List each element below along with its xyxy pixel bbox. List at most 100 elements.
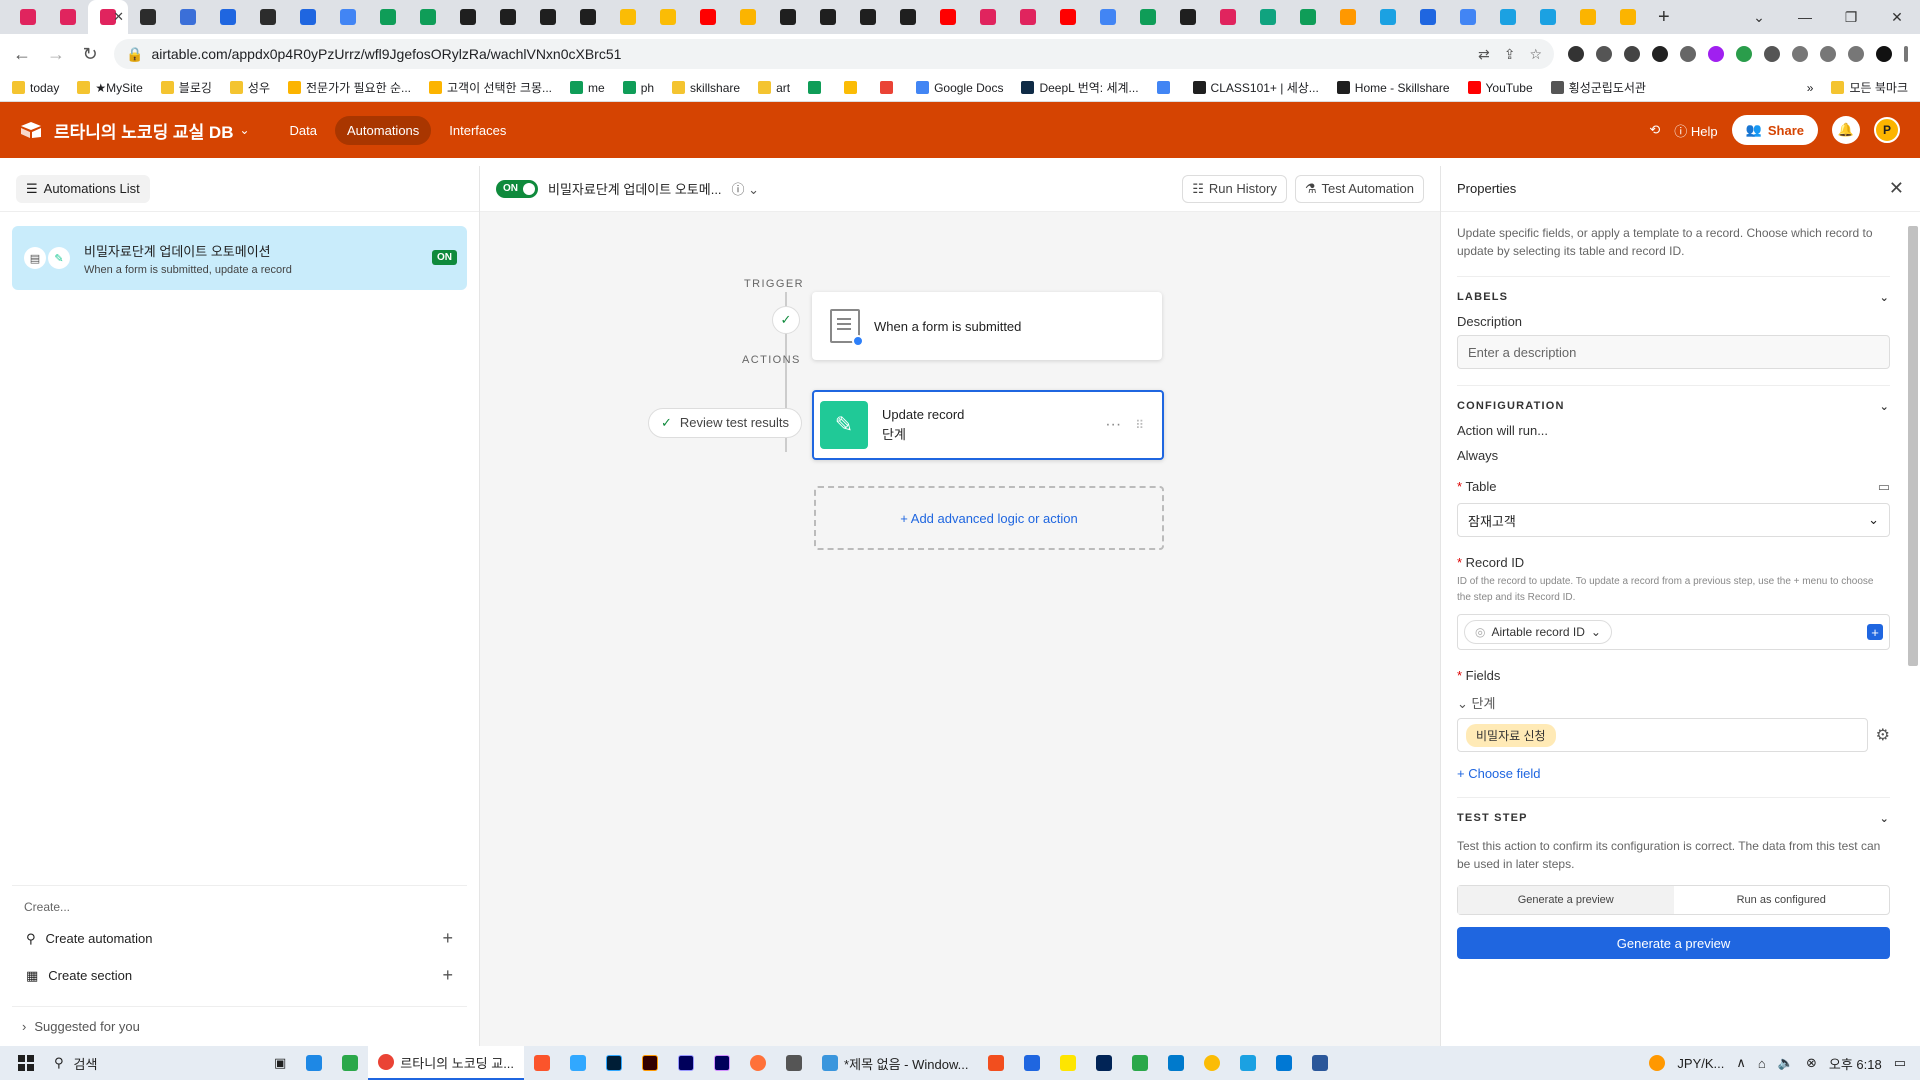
browser-tab[interactable] (928, 0, 968, 34)
browser-tab[interactable] (1288, 0, 1328, 34)
translate-icon[interactable]: ⇄ (1478, 46, 1490, 63)
browser-tab[interactable] (128, 0, 168, 34)
browser-tab[interactable] (1208, 0, 1248, 34)
language-indicator[interactable]: JPY/K... (1677, 1056, 1724, 1071)
run-condition[interactable]: Always (1457, 448, 1890, 463)
chevron-down-icon[interactable]: ⌄ (1880, 812, 1890, 825)
bookmark-star-icon[interactable]: ☆ (1529, 46, 1542, 63)
browser-tab[interactable] (168, 0, 208, 34)
browser-tab[interactable] (968, 0, 1008, 34)
vscode-icon[interactable] (1158, 1046, 1194, 1080)
reading-list-icon[interactable] (1792, 46, 1808, 62)
bookmark-item[interactable]: 성우 (229, 79, 270, 96)
chevron-down-icon[interactable]: ⌄ (239, 123, 249, 137)
create-automation-button[interactable]: ⚲ Create automation + (12, 920, 467, 957)
tab-interfaces[interactable]: Interfaces (437, 116, 518, 145)
chevron-down-icon[interactable]: ⌄ (1880, 291, 1890, 304)
bookmark-item[interactable]: today (12, 81, 59, 95)
browser-tab[interactable] (608, 0, 648, 34)
brave-icon[interactable] (524, 1046, 560, 1080)
extension-icon[interactable] (1736, 46, 1752, 62)
browser-tab[interactable] (1368, 0, 1408, 34)
extension-icon[interactable] (1624, 46, 1640, 62)
browser-tab[interactable] (488, 0, 528, 34)
app-icon[interactable] (1230, 1046, 1266, 1080)
bookmark-item[interactable]: CLASS101+ | 세상... (1192, 79, 1319, 96)
help-button[interactable]: ⓘ Help (1674, 121, 1717, 140)
table-select[interactable]: 잠재고객 ⌄ (1457, 503, 1890, 537)
side-panel-icon[interactable] (1848, 46, 1864, 62)
browser-tab[interactable] (1168, 0, 1208, 34)
automation-toggle[interactable]: ON (496, 179, 538, 198)
start-button[interactable] (8, 1055, 44, 1071)
bookmark-item[interactable]: ★MySite (77, 81, 143, 95)
generate-preview-button[interactable]: Generate a preview (1457, 927, 1890, 959)
after-effects-icon[interactable] (704, 1046, 740, 1080)
info-icon[interactable]: ⓘ ⌄ (732, 179, 760, 198)
bookmark-item[interactable]: 횡성군립도서관 (1550, 79, 1646, 96)
browser-tab[interactable] (1248, 0, 1288, 34)
extension-icon[interactable] (1680, 46, 1696, 62)
browser-tab[interactable] (768, 0, 808, 34)
extension-icon[interactable] (1596, 46, 1612, 62)
scrollbar[interactable] (1908, 226, 1918, 666)
bookmark-item[interactable]: DeepL 번역: 세계... (1021, 79, 1139, 96)
volume-icon[interactable]: 🔈 (1778, 1055, 1794, 1071)
bookmark-item[interactable] (808, 81, 826, 94)
close-tab-icon[interactable]: ✕ (113, 9, 124, 25)
weather-icon[interactable] (1649, 1055, 1666, 1071)
illustrator-icon[interactable] (632, 1046, 668, 1080)
avatar[interactable]: P (1874, 117, 1900, 143)
drag-handle-icon[interactable]: ⠿ (1135, 418, 1144, 432)
word-icon[interactable] (1302, 1046, 1338, 1080)
browser-tab[interactable] (1528, 0, 1568, 34)
browser-tab[interactable] (1448, 0, 1488, 34)
browser-tab[interactable] (1328, 0, 1368, 34)
bookmark-item[interactable]: Home - Skillshare (1336, 81, 1450, 95)
browser-tab[interactable] (568, 0, 608, 34)
bookmark-item[interactable] (1156, 81, 1175, 94)
run-history-button[interactable]: ☷ Run History (1182, 174, 1287, 203)
bookmark-item[interactable]: YouTube (1467, 81, 1533, 95)
browser-tab[interactable] (688, 0, 728, 34)
browser-tab[interactable] (1128, 0, 1168, 34)
description-input[interactable]: Enter a description (1457, 335, 1890, 369)
network-icon[interactable]: ⌂ (1758, 1056, 1766, 1071)
extension-icon[interactable] (1652, 46, 1668, 62)
browser-tab[interactable] (528, 0, 568, 34)
open-table-icon[interactable]: ▭ (1878, 479, 1890, 495)
browser-tab[interactable] (1008, 0, 1048, 34)
automations-list-button[interactable]: ☰ Automations List (16, 174, 150, 203)
calculator-icon[interactable] (776, 1046, 812, 1080)
bookmark-item[interactable]: me (570, 81, 605, 95)
browser-tab[interactable] (288, 0, 328, 34)
browser-tab[interactable] (208, 0, 248, 34)
taskbar-notepad-app[interactable]: *제목 없음 - Window... (812, 1046, 978, 1080)
base-name[interactable]: 르타니의 노코딩 교실 DB (54, 118, 233, 143)
menu-icon[interactable] (1904, 46, 1908, 62)
puzzle-icon[interactable] (1764, 46, 1780, 62)
firefox-icon[interactable] (740, 1046, 776, 1080)
taskbar-search[interactable]: ⚲ 검색 (44, 1054, 264, 1073)
review-test-results-button[interactable]: ✓ Review test results (648, 408, 802, 438)
edge-icon[interactable] (296, 1046, 332, 1080)
browser-tab[interactable] (408, 0, 448, 34)
browser-tab[interactable] (1088, 0, 1128, 34)
browser-tab[interactable]: ✕ (88, 0, 128, 34)
more-icon[interactable]: ··· (1105, 416, 1121, 434)
trigger-step[interactable]: When a form is submitted (812, 292, 1162, 360)
test-automation-button[interactable]: ⚗ Test Automation (1294, 174, 1424, 203)
choose-field-button[interactable]: + Choose field (1457, 766, 1890, 781)
chevron-down-icon[interactable]: ⌄ (1880, 400, 1890, 413)
add-logic-button[interactable]: + Add advanced logic or action (814, 486, 1164, 550)
tab-search-icon[interactable]: ⌄ (1736, 9, 1782, 26)
powershell-icon[interactable] (1086, 1046, 1122, 1080)
app-icon[interactable] (1266, 1046, 1302, 1080)
close-icon[interactable]: ✕ (1889, 178, 1904, 199)
premiere-icon[interactable] (668, 1046, 704, 1080)
browser-tab[interactable] (848, 0, 888, 34)
download-icon[interactable] (1820, 46, 1836, 62)
bookmark-item[interactable]: skillshare (672, 81, 740, 95)
record-id-token[interactable]: ◎ Airtable record ID ⌄ (1464, 620, 1612, 644)
figma-icon[interactable] (978, 1046, 1014, 1080)
